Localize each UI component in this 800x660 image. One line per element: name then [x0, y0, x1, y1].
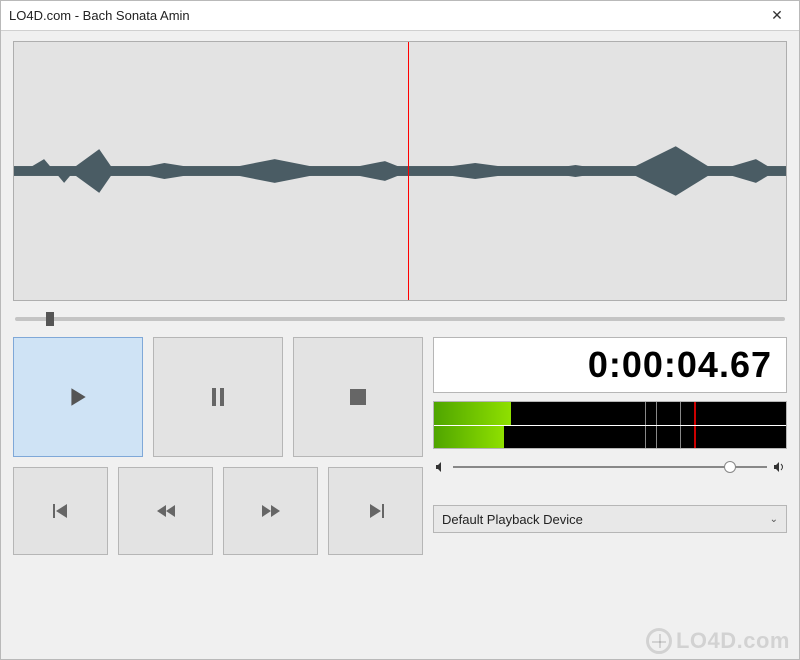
pause-icon — [210, 388, 226, 406]
transport-controls — [13, 337, 423, 647]
app-window: LO4D.com - Bach Sonata Amin ✕ — [0, 0, 800, 660]
status-panel: 0:00:04.67 — [433, 337, 787, 647]
play-button[interactable] — [13, 337, 143, 457]
fast-forward-icon — [262, 505, 280, 517]
rewind-button[interactable] — [118, 467, 213, 555]
meter-peak — [694, 426, 696, 449]
stop-button[interactable] — [293, 337, 423, 457]
output-device-select[interactable]: Default Playback Device ⌄ — [433, 505, 787, 533]
meter-tick — [680, 426, 681, 449]
playhead-cursor — [408, 42, 409, 300]
forward-button[interactable] — [223, 467, 318, 555]
meter-left — [434, 402, 786, 426]
play-icon — [67, 386, 89, 408]
meter-tick — [645, 402, 646, 425]
lower-panel: 0:00:04.67 — [13, 337, 787, 647]
waveform-display[interactable] — [13, 41, 787, 301]
prev-track-button[interactable] — [13, 467, 108, 555]
time-display: 0:00:04.67 — [433, 337, 787, 393]
meter-tick — [680, 402, 681, 425]
position-thumb[interactable] — [46, 312, 54, 326]
volume-min-icon — [435, 461, 447, 473]
volume-max-icon — [773, 461, 785, 473]
skip-next-icon — [368, 504, 384, 518]
transport-row-main — [13, 337, 423, 457]
content-area: 0:00:04.67 — [1, 31, 799, 659]
meter-peak — [694, 402, 696, 425]
position-track — [15, 317, 785, 321]
skip-prev-icon — [53, 504, 69, 518]
position-slider[interactable] — [13, 309, 787, 329]
meter-tick — [656, 426, 657, 449]
meter-right-fill — [434, 426, 504, 449]
volume-slider[interactable] — [433, 457, 787, 477]
close-button[interactable]: ✕ — [755, 1, 799, 31]
transport-row-seek — [13, 467, 423, 555]
time-value: 0:00:04.67 — [588, 344, 772, 386]
titlebar: LO4D.com - Bach Sonata Amin ✕ — [1, 1, 799, 31]
rewind-icon — [157, 505, 175, 517]
meter-right — [434, 426, 786, 449]
chevron-down-icon: ⌄ — [770, 514, 778, 525]
meter-tick — [656, 402, 657, 425]
close-icon: ✕ — [771, 7, 783, 24]
volume-track — [453, 466, 767, 468]
device-selected-label: Default Playback Device — [442, 512, 583, 527]
waveform-svg — [14, 42, 786, 300]
volume-thumb[interactable] — [724, 461, 736, 473]
level-meter — [433, 401, 787, 449]
stop-icon — [350, 389, 366, 405]
next-track-button[interactable] — [328, 467, 423, 555]
meter-tick — [645, 426, 646, 449]
pause-button[interactable] — [153, 337, 283, 457]
meter-left-fill — [434, 402, 511, 425]
window-title: LO4D.com - Bach Sonata Amin — [9, 8, 190, 23]
